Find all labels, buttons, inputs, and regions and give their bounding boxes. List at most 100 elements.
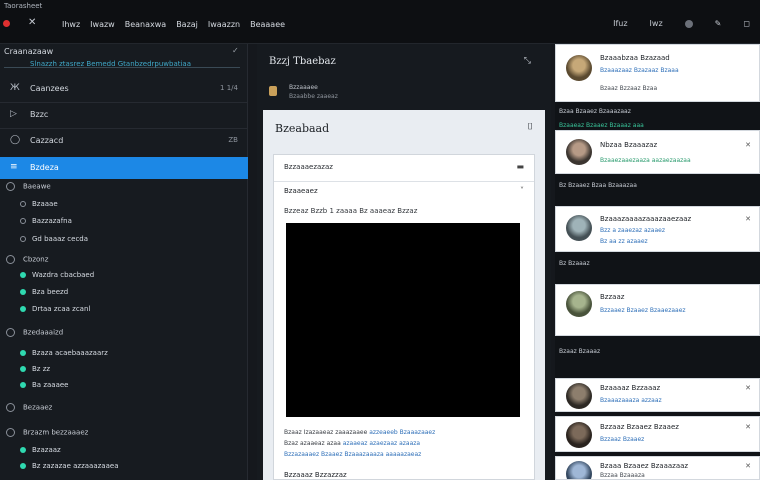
right-panel: Bzaaabzaa Bzazaad Bzaaazaaz Bzazaaz Bzaa… <box>555 44 760 480</box>
contact-desc-2: Bz aa zz azaaez <box>600 238 648 245</box>
sidebar-item-meta: ZB <box>228 136 238 144</box>
section-label: Cbzonz <box>23 255 49 264</box>
chevron-down-icon[interactable]: ▬ <box>516 162 524 171</box>
list-item[interactable]: Bazzazafna <box>20 217 72 225</box>
close-icon[interactable]: ✕ <box>745 423 751 431</box>
status-dot-icon <box>20 350 26 356</box>
sidebar-item-1[interactable]: Ж Caanzees 1 1/4 <box>0 78 248 100</box>
section-header-4[interactable]: Bezaaez <box>6 403 52 412</box>
section-header-2[interactable]: Cbzonz <box>6 255 48 264</box>
more-icon[interactable]: ◻ <box>743 19 750 28</box>
notification-icon[interactable] <box>684 19 693 28</box>
avatar <box>566 215 592 241</box>
expand-icon[interactable]: ⤡ <box>524 56 531 66</box>
avatar <box>566 55 592 81</box>
body-text: Bzaz azaaeaz azaa <box>284 440 341 447</box>
section-header-1[interactable]: Baeawe <box>6 182 51 191</box>
card-body-line-3[interactable]: Bzzazaaaez Bzaaez Bzaaazaaaza aaaaazaeaz <box>284 451 421 458</box>
nav-item-3[interactable]: Beanaxwa <box>125 20 166 29</box>
nav-item-4[interactable]: Bazaj <box>176 20 198 29</box>
list-item[interactable]: Ba zaaaee <box>20 381 68 389</box>
sidebar-header: Craanazaaw <box>4 47 54 56</box>
status-dot-icon <box>20 447 26 453</box>
avatar <box>566 422 592 448</box>
section-label: Brzazm bezzaaaez <box>23 428 89 437</box>
close-icon[interactable]: ✕ <box>745 462 751 470</box>
body-link[interactable]: azaaeaz azaezaaz azaaza <box>343 440 420 447</box>
list-item[interactable]: Bza beezd <box>20 288 68 296</box>
close-icon[interactable]: ✕ <box>745 215 751 223</box>
contact-desc-text: Bzaaezaaezaaza aazaezaazaa <box>600 157 691 164</box>
list-item-label: Bzazaaz <box>32 446 61 454</box>
list-item[interactable]: Drtaa zcaa zcanl <box>20 305 90 313</box>
contact-card-4[interactable]: Bzzaaz Bzzaaez Bzaaez Bzaaezaaez <box>555 284 760 336</box>
card-field-1[interactable]: Bzzaaaezazaz <box>284 163 333 171</box>
top-actions: Ifuz Iwz ✎ ◻ <box>613 19 750 28</box>
media-preview[interactable] <box>286 223 520 417</box>
contact-name: Bzzaaz <box>600 293 625 301</box>
nav-item-1[interactable]: Ihwz <box>62 20 80 29</box>
radio-icon <box>6 255 15 264</box>
window-title: Taorasheet <box>4 2 43 10</box>
contact-name: Bzaaa Bzaaez Bzaaazaaz <box>600 462 689 470</box>
sidebar-search[interactable]: Slnazzh ztasrez Bemedd Gtanbzedrpuwbatia… <box>4 60 240 70</box>
list-item[interactable]: Bz zazazae azzaaazaaea <box>20 462 118 470</box>
card-field-2[interactable]: Bzaaeaez <box>284 187 318 195</box>
list-item-label: Bzaaae <box>32 200 58 208</box>
section-header-5[interactable]: Brzazm bezzaaaez <box>6 428 88 437</box>
chevron-down-icon[interactable]: ✓ <box>232 46 239 55</box>
close-icon[interactable]: ✕ <box>745 384 751 392</box>
contact-card-1[interactable]: Bzaaabzaa Bzazaad Bzaaazaaz Bzazaaz Bzaa… <box>555 44 760 102</box>
list-item[interactable]: Bzaaae <box>20 200 58 208</box>
status-dot-icon <box>20 289 26 295</box>
close-icon[interactable]: ✕ <box>745 141 751 149</box>
sub-meta: Bzaabbe zaaeaz <box>289 93 338 100</box>
radio-icon <box>20 201 26 207</box>
list-item[interactable]: Bzaza acaebaaazaarz <box>20 349 108 357</box>
status-dot-icon <box>20 272 26 278</box>
top-action-1[interactable]: Ifuz <box>613 19 627 28</box>
close-icon[interactable]: ✕ <box>28 17 36 28</box>
pin-icon[interactable]: ✎ <box>715 19 722 28</box>
card-caption: Bzzeaz Bzzb 1 zaaaa Bz aaaeaz Bzzaz <box>284 207 418 215</box>
list-item[interactable]: Bz zz <box>20 365 50 373</box>
list-item[interactable]: Gd baaaz cecda <box>20 235 88 243</box>
list-item-label: Bz zz <box>32 365 51 373</box>
contact-card-2[interactable]: Nbzaa Bzaaazaz ✕ Bzaaezaaezaaza aazaezaa… <box>555 130 760 174</box>
document-card: Bzzaaaezazaz ▬ Bzaaeaez ˅ Bzzeaz Bzzb 1 … <box>273 154 535 480</box>
contact-card-6[interactable]: Bzzaaz Bzaaez Bzaaez ✕ Bzzaaz Bzaaez <box>555 416 760 452</box>
contact-desc: Bzaaezaaezaaza aazaezaazaa <box>600 157 691 164</box>
group-label: Bz Bzaaaz <box>559 260 590 267</box>
contact-card-7[interactable]: Bzaaa Bzaaez Bzaaazaaz ✕ Bzzaa Bzaaaza <box>555 456 760 480</box>
contact-desc-text: Bzz a zaaezaz azaaez <box>600 227 666 234</box>
bookmark-icon[interactable]: ⌷ <box>528 122 533 132</box>
list-item-label: Bzaza acaebaaazaarz <box>32 349 108 357</box>
list-item[interactable]: Bzazaaz <box>20 446 61 454</box>
status-dot-icon <box>20 463 26 469</box>
contact-card-3[interactable]: Bzaaazaaaazaaazaaezaaz ✕ Bzz a zaaezaz a… <box>555 206 760 252</box>
nav-item-2[interactable]: Iwazw <box>90 20 115 29</box>
nav-item-5[interactable]: Iwaazzn <box>208 20 240 29</box>
sidebar: Craanazaaw ✓ Slnazzh ztasrez Bemedd Gtan… <box>0 44 248 480</box>
avatar <box>566 139 592 165</box>
contact-card-5[interactable]: Bzaaaaz Bzzaaaz ✕ Bzaaazaaaza azzaaz <box>555 378 760 412</box>
body-link[interactable]: azzeaeeb Bzaaazaaez <box>369 429 435 436</box>
contact-desc-text: Bzaaazaaaza azzaaz <box>600 397 662 404</box>
contact-desc: Bzaaazaaaza azzaaz <box>600 397 662 404</box>
panel-title: Bzzj Tbaebaz <box>269 56 336 67</box>
sidebar-item-meta: 1 1/4 <box>220 84 238 92</box>
avatar <box>566 383 592 409</box>
section-header-3[interactable]: Bzedaaaizd <box>6 328 63 337</box>
radio-icon <box>6 428 15 437</box>
top-action-2[interactable]: Iwz <box>650 19 663 28</box>
nav-item-6[interactable]: Beaaaee <box>250 20 285 29</box>
sidebar-item-active[interactable]: ≡ Bzdeza <box>0 157 248 179</box>
list-item[interactable]: Wazdra cbacbaed <box>20 271 94 279</box>
chevron-down-icon[interactable]: ˅ <box>520 186 524 195</box>
sidebar-item-label: Caanzees <box>30 84 69 93</box>
list-item-label: Bazzazafna <box>32 217 72 225</box>
sidebar-item-3[interactable]: ◯ Cazzacd ZB <box>0 130 248 152</box>
sidebar-item-2[interactable]: ▷ Bzzc <box>0 104 248 126</box>
group-label: Bzaa Bzaaez Bzaaazaaz <box>559 108 631 115</box>
contact-desc-text: Bzzaaez Bzaaez Bzaaezaaez <box>600 307 686 314</box>
